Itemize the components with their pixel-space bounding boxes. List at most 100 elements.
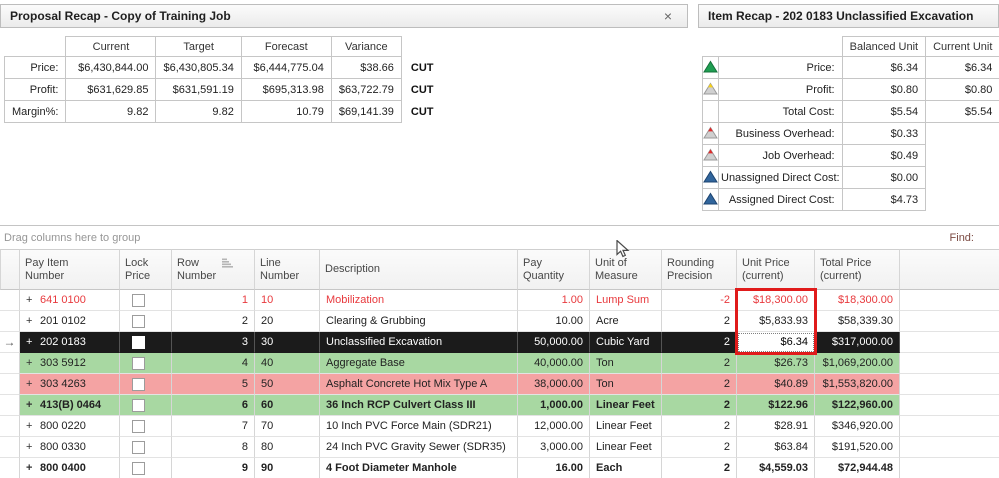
cell-lock[interactable] <box>120 374 172 395</box>
cell-unit-price[interactable]: $28.91 <box>737 416 815 437</box>
cell-rounding[interactable]: 2 <box>662 332 737 353</box>
cell-total-price[interactable]: $58,339.30 <box>815 311 900 332</box>
column-header-uom[interactable]: Unit of Measure <box>590 249 662 290</box>
cell-line-number[interactable]: 70 <box>255 416 320 437</box>
cell-total-price[interactable]: $18,300.00 <box>815 290 900 311</box>
expand-icon[interactable]: + <box>26 399 37 411</box>
cell-pay-item[interactable]: +800 0330 <box>20 437 120 458</box>
lock-price-checkbox[interactable] <box>132 462 145 475</box>
cell-description[interactable]: Aggregate Base <box>320 353 518 374</box>
cell-rounding[interactable]: 2 <box>662 353 737 374</box>
cell-pay-item[interactable]: +303 4263 <box>20 374 120 395</box>
expand-icon[interactable]: + <box>26 294 37 306</box>
cell-rounding[interactable]: 2 <box>662 458 737 478</box>
column-header-lock[interactable]: Lock Price <box>120 249 172 290</box>
cell-pay-item[interactable]: +201 0102 <box>20 311 120 332</box>
expand-icon[interactable]: + <box>26 441 37 453</box>
column-header-unit-price[interactable]: Unit Price (current) <box>737 249 815 290</box>
cell-pay-item[interactable]: +800 0400 <box>20 458 120 478</box>
lock-price-checkbox[interactable] <box>132 336 145 349</box>
cell-total-price[interactable]: $1,553,820.00 <box>815 374 900 395</box>
cell-line-number[interactable]: 80 <box>255 437 320 458</box>
cell-description[interactable]: Asphalt Concrete Hot Mix Type A <box>320 374 518 395</box>
expand-icon[interactable]: + <box>26 420 37 432</box>
cell-unit-price[interactable]: $63.84 <box>737 437 815 458</box>
cell-rounding[interactable]: 2 <box>662 395 737 416</box>
column-header-rounding[interactable]: Rounding Precision <box>662 249 737 290</box>
cell-description[interactable]: 36 Inch RCP Culvert Class III <box>320 395 518 416</box>
expand-icon[interactable]: + <box>26 357 37 369</box>
cell-row-number[interactable]: 3 <box>172 332 255 353</box>
cell-pay-quantity[interactable]: 10.00 <box>518 311 590 332</box>
close-icon[interactable]: × <box>658 9 678 23</box>
cell-uom[interactable]: Linear Feet <box>590 416 662 437</box>
cell-row-number[interactable]: 8 <box>172 437 255 458</box>
cell-pay-quantity[interactable]: 16.00 <box>518 458 590 478</box>
cell-row-number[interactable]: 4 <box>172 353 255 374</box>
table-row[interactable]: +800 04009904 Foot Diameter Manhole16.00… <box>0 458 999 478</box>
cell-unit-price[interactable]: $40.89 <box>737 374 815 395</box>
lock-price-checkbox[interactable] <box>132 441 145 454</box>
cell-line-number[interactable]: 20 <box>255 311 320 332</box>
cell-unit-price[interactable]: $26.73 <box>737 353 815 374</box>
cell-unit-price[interactable]: $4,559.03 <box>737 458 815 478</box>
cell-total-price[interactable]: $191,520.00 <box>815 437 900 458</box>
cell-pay-item[interactable]: +800 0220 <box>20 416 120 437</box>
cell-lock[interactable] <box>120 458 172 478</box>
cell-uom[interactable]: Linear Feet <box>590 395 662 416</box>
cell-total-price[interactable]: $72,944.48 <box>815 458 900 478</box>
cell-row-number[interactable]: 7 <box>172 416 255 437</box>
lock-price-checkbox[interactable] <box>132 315 145 328</box>
cell-uom[interactable]: Ton <box>590 353 662 374</box>
cell-description[interactable]: 4 Foot Diameter Manhole <box>320 458 518 478</box>
cell-pay-quantity[interactable]: 38,000.00 <box>518 374 590 395</box>
cell-row-number[interactable]: 2 <box>172 311 255 332</box>
cell-uom[interactable]: Acre <box>590 311 662 332</box>
cell-pay-quantity[interactable]: 12,000.00 <box>518 416 590 437</box>
cell-uom[interactable]: Linear Feet <box>590 437 662 458</box>
column-header-row-number[interactable]: Row Number <box>172 249 255 290</box>
table-row[interactable]: +201 0102220Clearing & Grubbing10.00Acre… <box>0 311 999 332</box>
column-header-total-price[interactable]: Total Price (current) <box>815 249 900 290</box>
lock-price-checkbox[interactable] <box>132 378 145 391</box>
table-row[interactable]: +303 5912440Aggregate Base40,000.00Ton2$… <box>0 353 999 374</box>
cell-pay-item[interactable]: +641 0100 <box>20 290 120 311</box>
cell-line-number[interactable]: 60 <box>255 395 320 416</box>
cell-line-number[interactable]: 10 <box>255 290 320 311</box>
cell-pay-quantity[interactable]: 1.00 <box>518 290 590 311</box>
cell-pay-quantity[interactable]: 1,000.00 <box>518 395 590 416</box>
cell-pay-item[interactable]: +202 0183 <box>20 332 120 353</box>
column-header-pay-item[interactable]: Pay Item Number <box>20 249 120 290</box>
cell-pay-quantity[interactable]: 50,000.00 <box>518 332 590 353</box>
cell-uom[interactable]: Cubic Yard <box>590 332 662 353</box>
cell-pay-item[interactable]: +413(B) 0464 <box>20 395 120 416</box>
cell-description[interactable]: 10 Inch PVC Force Main (SDR21) <box>320 416 518 437</box>
expand-icon[interactable]: + <box>26 462 37 474</box>
cell-line-number[interactable]: 50 <box>255 374 320 395</box>
lock-price-checkbox[interactable] <box>132 357 145 370</box>
cell-lock[interactable] <box>120 332 172 353</box>
expand-icon[interactable]: + <box>26 378 37 390</box>
cell-rounding[interactable]: 2 <box>662 437 737 458</box>
lock-price-checkbox[interactable] <box>132 420 145 433</box>
cell-unit-price[interactable]: $5,833.93 <box>737 311 815 332</box>
cell-rounding[interactable]: 2 <box>662 416 737 437</box>
column-header-pay-quantity[interactable]: Pay Quantity <box>518 249 590 290</box>
cell-total-price[interactable]: $1,069,200.00 <box>815 353 900 374</box>
table-row[interactable]: →+202 0183330Unclassified Excavation50,0… <box>0 332 999 353</box>
cell-line-number[interactable]: 30 <box>255 332 320 353</box>
cell-rounding[interactable]: 2 <box>662 311 737 332</box>
table-row[interactable]: +641 0100110Mobilization1.00Lump Sum-2$1… <box>0 290 999 311</box>
cell-unit-price[interactable]: $122.96 <box>737 395 815 416</box>
cell-lock[interactable] <box>120 437 172 458</box>
cell-rounding[interactable]: 2 <box>662 374 737 395</box>
expand-icon[interactable]: + <box>26 336 37 348</box>
cell-line-number[interactable]: 90 <box>255 458 320 478</box>
cell-uom[interactable]: Lump Sum <box>590 290 662 311</box>
cell-description[interactable]: 24 Inch PVC Gravity Sewer (SDR35) <box>320 437 518 458</box>
expand-icon[interactable]: + <box>26 315 37 327</box>
cell-lock[interactable] <box>120 353 172 374</box>
lock-price-checkbox[interactable] <box>132 294 145 307</box>
table-row[interactable]: +800 0330 88024 Inch PVC Gravity Sewer (S… <box>0 437 999 458</box>
cell-lock[interactable] <box>120 395 172 416</box>
